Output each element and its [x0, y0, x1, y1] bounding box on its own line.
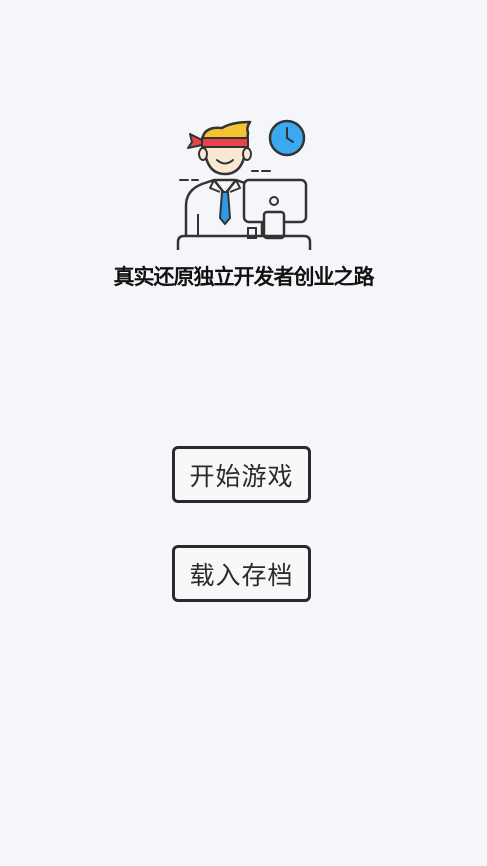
load-save-button[interactable]: 载入存档 — [172, 545, 311, 602]
start-game-button[interactable]: 开始游戏 — [172, 446, 311, 503]
title-screen: 真实还原独立开发者创业之路 开始游戏 载入存档 — [0, 0, 487, 866]
developer-at-computer-icon — [176, 119, 312, 250]
game-subtitle: 真实还原独立开发者创业之路 — [113, 265, 375, 289]
